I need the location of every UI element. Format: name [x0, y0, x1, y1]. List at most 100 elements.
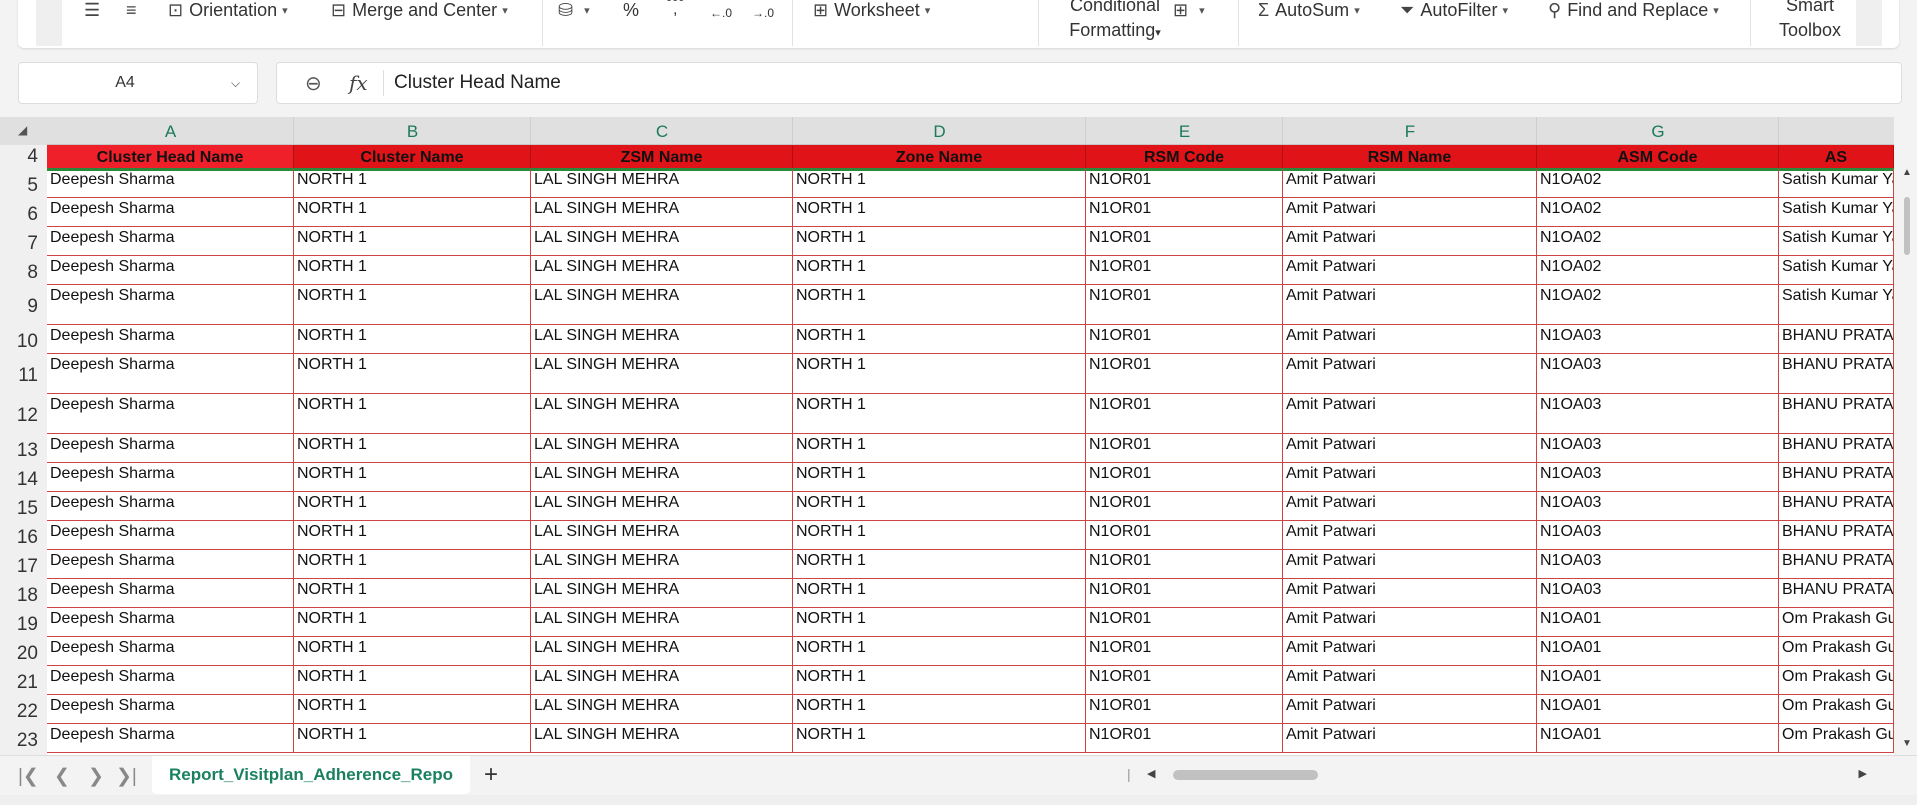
column-header-c[interactable]: C	[531, 117, 793, 144]
scroll-left-icon[interactable]: ◀	[1147, 767, 1155, 780]
table-cell[interactable]: Deepesh Sharma	[47, 724, 294, 753]
table-cell[interactable]: NORTH 1	[793, 608, 1086, 637]
table-cell[interactable]: NORTH 1	[793, 394, 1086, 434]
table-cell[interactable]: N1OA01	[1537, 637, 1779, 666]
row-header[interactable]: 14	[0, 467, 38, 492]
table-cell[interactable]: Amit Patwari	[1283, 325, 1537, 354]
percent-button[interactable]: %	[623, 0, 639, 21]
table-cell[interactable]: N1OA03	[1537, 354, 1779, 394]
table-cell[interactable]: NORTH 1	[793, 724, 1086, 753]
table-cell[interactable]: N1OA02	[1537, 198, 1779, 227]
table-cell[interactable]: NORTH 1	[294, 256, 531, 285]
table-cell[interactable]: Om Prakash Gup	[1779, 724, 1894, 753]
table-cell[interactable]: Deepesh Sharma	[47, 521, 294, 550]
table-cell[interactable]: Deepesh Sharma	[47, 354, 294, 394]
table-cell[interactable]: NORTH 1	[793, 434, 1086, 463]
table-cell[interactable]: Amit Patwari	[1283, 550, 1537, 579]
table-cell[interactable]: NORTH 1	[294, 325, 531, 354]
prev-sheet-icon[interactable]: ❮	[54, 765, 70, 788]
table-cell[interactable]: NORTH 1	[294, 463, 531, 492]
table-cell[interactable]: LAL SINGH MEHRA	[531, 608, 793, 637]
row-header[interactable]: 12	[0, 398, 38, 434]
table-cell[interactable]: Amit Patwari	[1283, 579, 1537, 608]
table-cell[interactable]: N1OR01	[1086, 394, 1283, 434]
table-cell[interactable]: N1OA01	[1537, 608, 1779, 637]
row-header[interactable]: 20	[0, 641, 38, 666]
table-cell[interactable]: N1OA03	[1537, 579, 1779, 608]
table-cell[interactable]: N1OA03	[1537, 394, 1779, 434]
row-header[interactable]: 9	[0, 289, 38, 325]
table-cell[interactable]: N1OR01	[1086, 325, 1283, 354]
sheet-tab[interactable]: Report_Visitplan_Adherence_Repo	[152, 756, 470, 794]
header-cell[interactable]: ASM Code	[1537, 145, 1779, 169]
table-cell[interactable]: NORTH 1	[793, 637, 1086, 666]
table-cell[interactable]: Deepesh Sharma	[47, 666, 294, 695]
table-cell[interactable]: NORTH 1	[294, 695, 531, 724]
table-cell[interactable]: N1OA02	[1537, 285, 1779, 325]
table-cell[interactable]: NORTH 1	[793, 521, 1086, 550]
header-cell[interactable]: Zone Name	[793, 145, 1086, 169]
table-cell[interactable]: NORTH 1	[793, 354, 1086, 394]
header-cell[interactable]: RSM Code	[1086, 145, 1283, 169]
table-cell[interactable]: NORTH 1	[793, 285, 1086, 325]
table-cell[interactable]: Om Prakash Gup	[1779, 666, 1894, 695]
table-cell[interactable]: Deepesh Sharma	[47, 256, 294, 285]
table-cell[interactable]: Amit Patwari	[1283, 285, 1537, 325]
row-header[interactable]: 17	[0, 554, 38, 579]
table-cell[interactable]: N1OA03	[1537, 434, 1779, 463]
table-cell[interactable]: Deepesh Sharma	[47, 695, 294, 724]
table-cell[interactable]: Amit Patwari	[1283, 521, 1537, 550]
table-cell[interactable]: Amit Patwari	[1283, 394, 1537, 434]
row-header[interactable]: 11	[0, 358, 38, 394]
table-cell[interactable]: Deepesh Sharma	[47, 463, 294, 492]
table-cell[interactable]: BHANU PRATAP	[1779, 394, 1894, 434]
worksheet-button[interactable]: ⊞ Worksheet ▾	[813, 0, 930, 21]
row-header[interactable]: 8	[0, 260, 38, 285]
name-box[interactable]: A4 ⌵	[18, 62, 258, 104]
table-cell[interactable]: NORTH 1	[793, 463, 1086, 492]
row-header[interactable]: 15	[0, 496, 38, 521]
table-cell[interactable]: Amit Patwari	[1283, 256, 1537, 285]
table-cell[interactable]: N1OR01	[1086, 695, 1283, 724]
ribbon-scroll-left[interactable]	[36, 0, 62, 46]
table-cell[interactable]: Amit Patwari	[1283, 227, 1537, 256]
table-cell[interactable]: LAL SINGH MEHRA	[531, 354, 793, 394]
table-cell[interactable]: LAL SINGH MEHRA	[531, 463, 793, 492]
borders-button[interactable]: ⊞ ▾	[1173, 0, 1205, 21]
autosum-button[interactable]: Σ AutoSum ▾	[1258, 0, 1360, 21]
table-cell[interactable]: Amit Patwari	[1283, 724, 1537, 753]
table-cell[interactable]: LAL SINGH MEHRA	[531, 492, 793, 521]
select-all-corner[interactable]: ◢	[0, 117, 47, 145]
table-cell[interactable]: Satish Kumar Ya	[1779, 169, 1894, 198]
table-cell[interactable]: N1OR01	[1086, 666, 1283, 695]
table-cell[interactable]: NORTH 1	[793, 492, 1086, 521]
column-header-g[interactable]: G	[1537, 117, 1779, 144]
table-cell[interactable]: NORTH 1	[793, 579, 1086, 608]
table-cell[interactable]: Amit Patwari	[1283, 354, 1537, 394]
table-cell[interactable]: LAL SINGH MEHRA	[531, 434, 793, 463]
table-cell[interactable]: NORTH 1	[294, 550, 531, 579]
table-cell[interactable]: NORTH 1	[793, 325, 1086, 354]
table-cell[interactable]: N1OR01	[1086, 354, 1283, 394]
align-justify-button[interactable]: ≡	[126, 0, 143, 21]
smart-toolbox-button[interactable]: Smart Toolbox	[1760, 0, 1860, 43]
table-cell[interactable]: LAL SINGH MEHRA	[531, 637, 793, 666]
table-cell[interactable]: NORTH 1	[294, 724, 531, 753]
column-header-a[interactable]: A	[47, 117, 294, 144]
comma-style-button[interactable]: 000 ,	[666, 0, 684, 18]
align-left-button[interactable]: ☰	[84, 0, 106, 21]
table-cell[interactable]: N1OR01	[1086, 285, 1283, 325]
increase-decimal-button[interactable]: ←.0	[710, 6, 732, 20]
table-cell[interactable]: NORTH 1	[793, 256, 1086, 285]
table-cell[interactable]: LAL SINGH MEHRA	[531, 666, 793, 695]
row-header[interactable]: 5	[0, 173, 38, 198]
row-header[interactable]: 16	[0, 525, 38, 550]
table-cell[interactable]: Deepesh Sharma	[47, 550, 294, 579]
table-cell[interactable]: BHANU PRATAP	[1779, 463, 1894, 492]
vertical-scrollbar[interactable]: ▲ ▼	[1898, 145, 1917, 755]
table-cell[interactable]: BHANU PRATAP	[1779, 521, 1894, 550]
column-header-f[interactable]: F	[1283, 117, 1537, 144]
header-cell[interactable]: Cluster Head Name	[47, 145, 294, 169]
table-cell[interactable]: Satish Kumar Ya	[1779, 256, 1894, 285]
row-header[interactable]: 18	[0, 583, 38, 608]
